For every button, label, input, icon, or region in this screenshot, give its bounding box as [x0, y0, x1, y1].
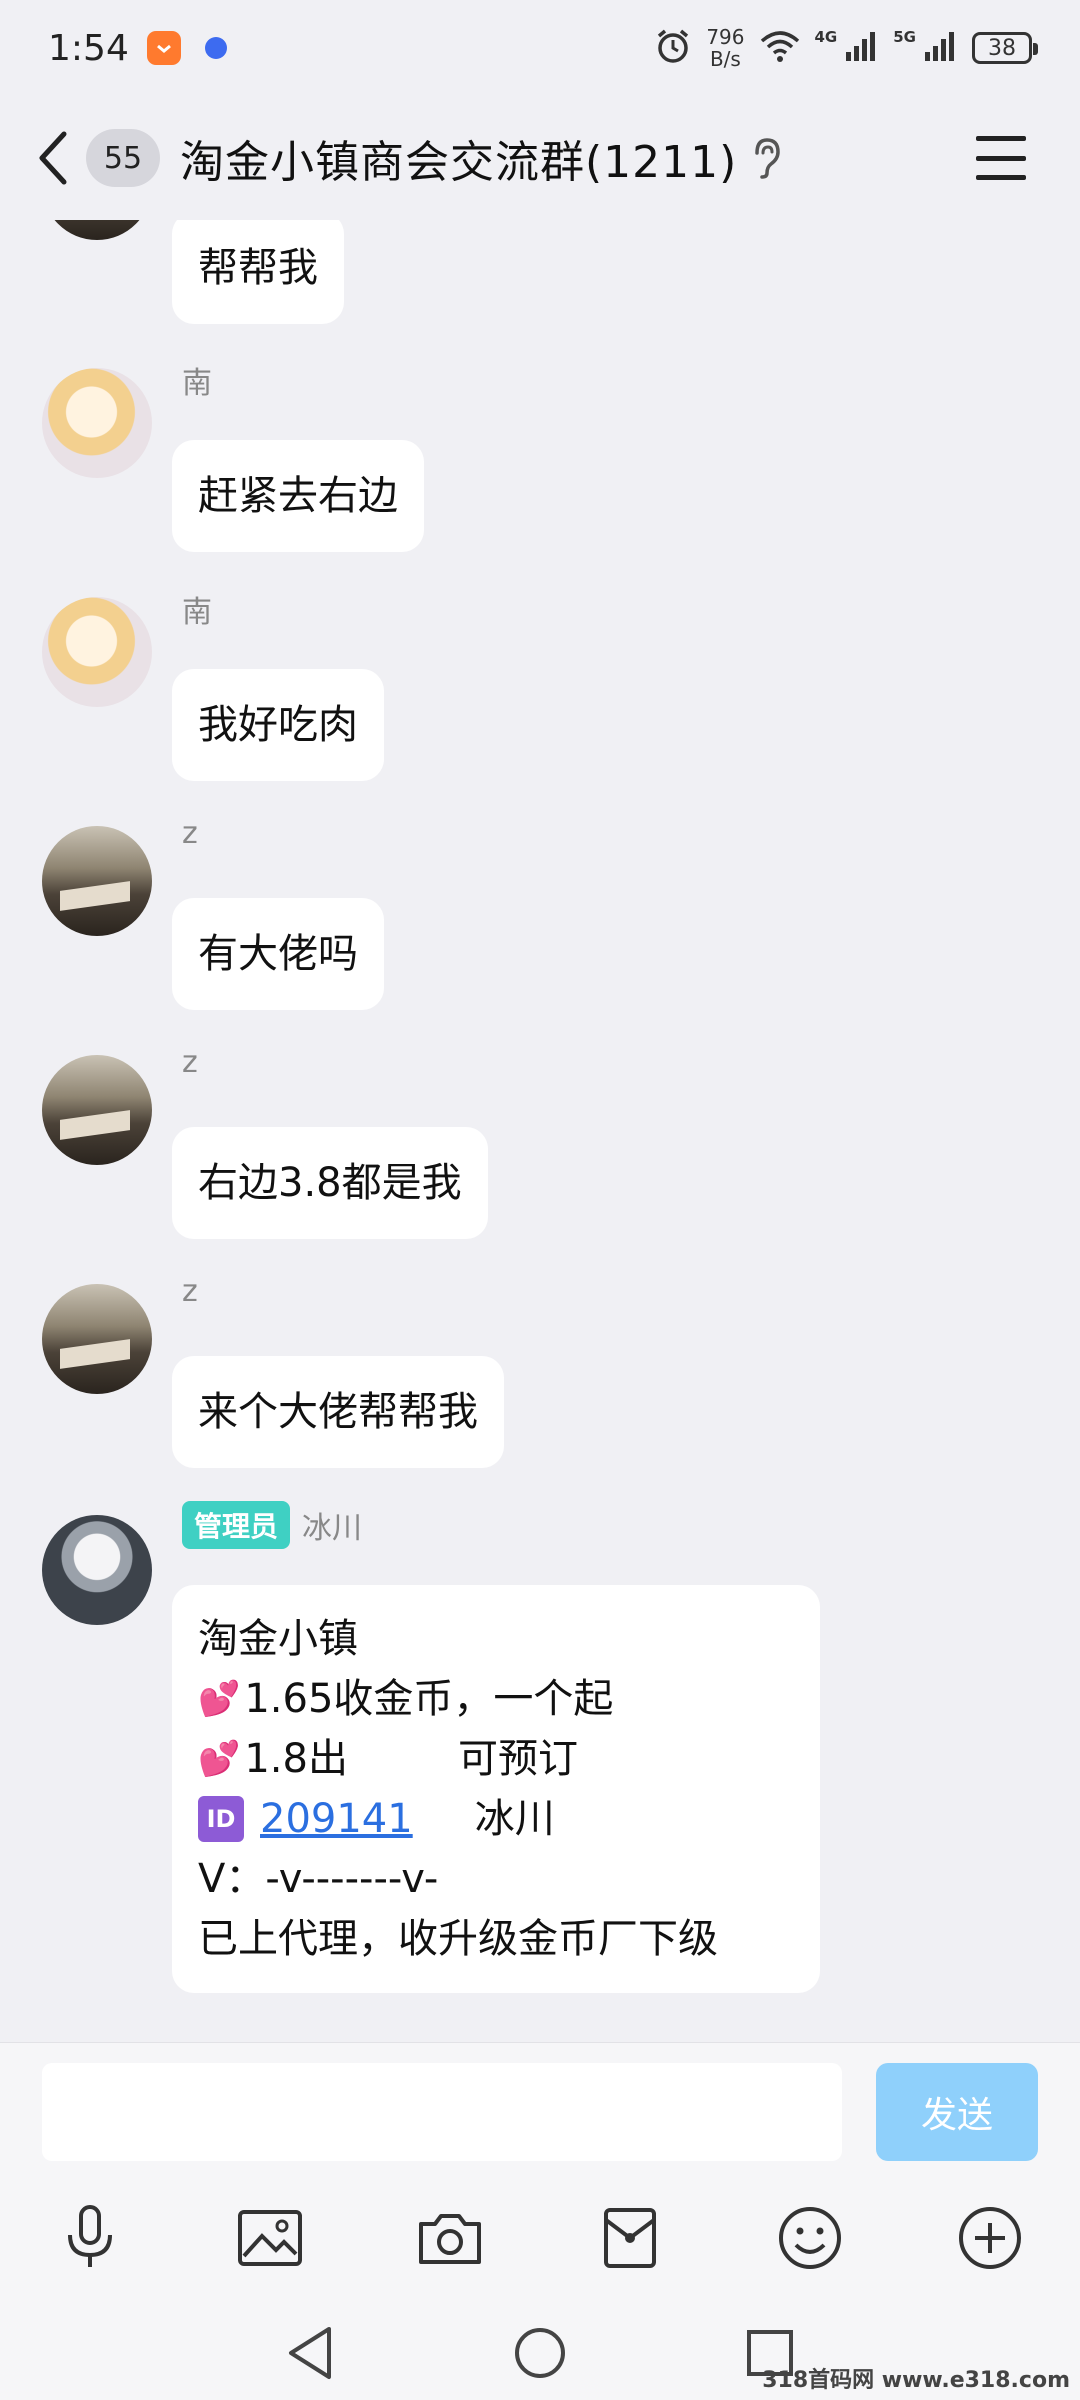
message-text: 已上代理，收升级金币厂下级 — [198, 1916, 718, 1962]
menu-button[interactable] — [976, 136, 1026, 180]
sender-name: z — [182, 1045, 198, 1080]
net-speed: 796 B/s — [706, 26, 744, 70]
chevron-left-icon — [39, 131, 67, 185]
avatar[interactable] — [42, 1515, 152, 1625]
net-speed-unit: B/s — [709, 47, 741, 71]
plus-icon[interactable] — [950, 2198, 1030, 2278]
avatar[interactable] — [42, 597, 152, 707]
signal-icon — [924, 30, 958, 66]
hearts-emoji-icon: 💕 — [198, 1739, 241, 1779]
message-bubble[interactable]: 来个大佬帮帮我 — [172, 1356, 504, 1468]
sender-name: 南 — [182, 366, 212, 401]
microphone-icon[interactable] — [50, 2198, 130, 2278]
back-button[interactable] — [36, 128, 86, 188]
image-icon[interactable] — [230, 2198, 310, 2278]
menu-line — [976, 155, 1026, 161]
send-button[interactable]: 发送 — [876, 2063, 1038, 2161]
page-title[interactable]: 淘金小镇商会交流群(1211) — [180, 126, 737, 190]
message-bubble[interactable]: 有大佬吗 — [172, 898, 384, 1010]
message-line: V：-v-------v- — [198, 1849, 794, 1909]
status-bar: 1:54 796 B/s 4G 5G 38 — [0, 0, 1080, 96]
message-line: 💕 1.65收金币，一个起 — [198, 1669, 794, 1729]
ear-icon[interactable] — [751, 137, 781, 179]
wifi-icon — [759, 29, 801, 67]
unread-count-badge[interactable]: 55 — [86, 129, 160, 187]
battery-icon: 38 — [972, 32, 1038, 64]
sender-name: z — [182, 816, 198, 851]
admin-badge: 管理员 — [182, 1501, 291, 1549]
red-packet-icon[interactable] — [590, 2198, 670, 2278]
id-emoji-icon: ID — [198, 1796, 244, 1842]
avatar[interactable] — [42, 826, 152, 936]
avatar[interactable] — [42, 220, 152, 240]
status-time: 1:54 — [48, 27, 129, 69]
message-text: 1.8出 — [244, 1736, 348, 1782]
message-text: 冰川 — [474, 1796, 555, 1842]
input-toolbar — [0, 2188, 1080, 2288]
notification-dot-icon — [204, 37, 227, 59]
sender-name: 冰川 — [302, 1511, 363, 1546]
home-circle-icon[interactable] — [500, 2313, 580, 2393]
avatar[interactable] — [42, 368, 152, 478]
message-text: 可预订 — [457, 1736, 578, 1782]
network-type-label-1: 4G — [814, 28, 838, 46]
message-text: V：-v-------v- — [198, 1856, 439, 1902]
menu-line — [976, 175, 1026, 180]
message-bubble[interactable]: 赶紧去右边 — [172, 440, 424, 552]
message-bubble[interactable]: 我好吃肉 — [172, 669, 384, 781]
battery-level: 38 — [988, 35, 1016, 61]
net-speed-value: 796 — [706, 25, 745, 49]
message-line: 淘金小镇 — [198, 1609, 794, 1669]
hearts-emoji-icon: 💕 — [198, 1679, 241, 1719]
app-notification-icon — [146, 31, 181, 65]
menu-line — [976, 136, 1026, 141]
message-text: 淘金小镇 — [198, 1616, 358, 1662]
message-bubble[interactable]: 右边3.8都是我 — [172, 1127, 488, 1239]
sender-name: z — [182, 1274, 198, 1309]
message-input[interactable] — [42, 2063, 842, 2161]
watermark: 318首码网 www.e318.com — [762, 2368, 1070, 2393]
emoji-icon[interactable] — [770, 2198, 850, 2278]
alarm-icon — [654, 27, 692, 69]
camera-icon[interactable] — [410, 2198, 490, 2278]
sender-row: 管理员 冰川 — [182, 1501, 362, 1549]
message-list[interactable]: 帮帮我 南 赶紧去右边 南 我好吃肉 z 有大佬吗 z 右边3.8都是我 z 来… — [0, 220, 1080, 2042]
back-triangle-icon[interactable] — [270, 2313, 350, 2393]
message-line: 已上代理，收升级金币厂下级 — [198, 1909, 794, 1969]
network-type-label-2: 5G — [893, 28, 916, 46]
avatar[interactable] — [42, 1055, 152, 1165]
sender-name: 南 — [182, 595, 212, 630]
chat-header: 55 淘金小镇商会交流群(1211) — [0, 96, 1080, 220]
message-line: ID 209141 冰川 — [198, 1789, 794, 1849]
avatar[interactable] — [42, 1284, 152, 1394]
message-bubble[interactable]: 淘金小镇 💕 1.65收金币，一个起 💕 1.8出 可预订 ID 209141 … — [172, 1585, 820, 1993]
message-text: 1.65收金币，一个起 — [244, 1676, 614, 1722]
status-indicators: 796 B/s 4G 5G 38 — [654, 26, 1038, 70]
message-line: 💕 1.8出 可预订 — [198, 1729, 794, 1789]
signal-icon — [845, 30, 879, 66]
input-area: 发送 318首码网 www.e318.com — [0, 2042, 1080, 2400]
message-bubble[interactable]: 帮帮我 — [172, 220, 344, 324]
id-number-link[interactable]: 209141 — [260, 1789, 413, 1849]
